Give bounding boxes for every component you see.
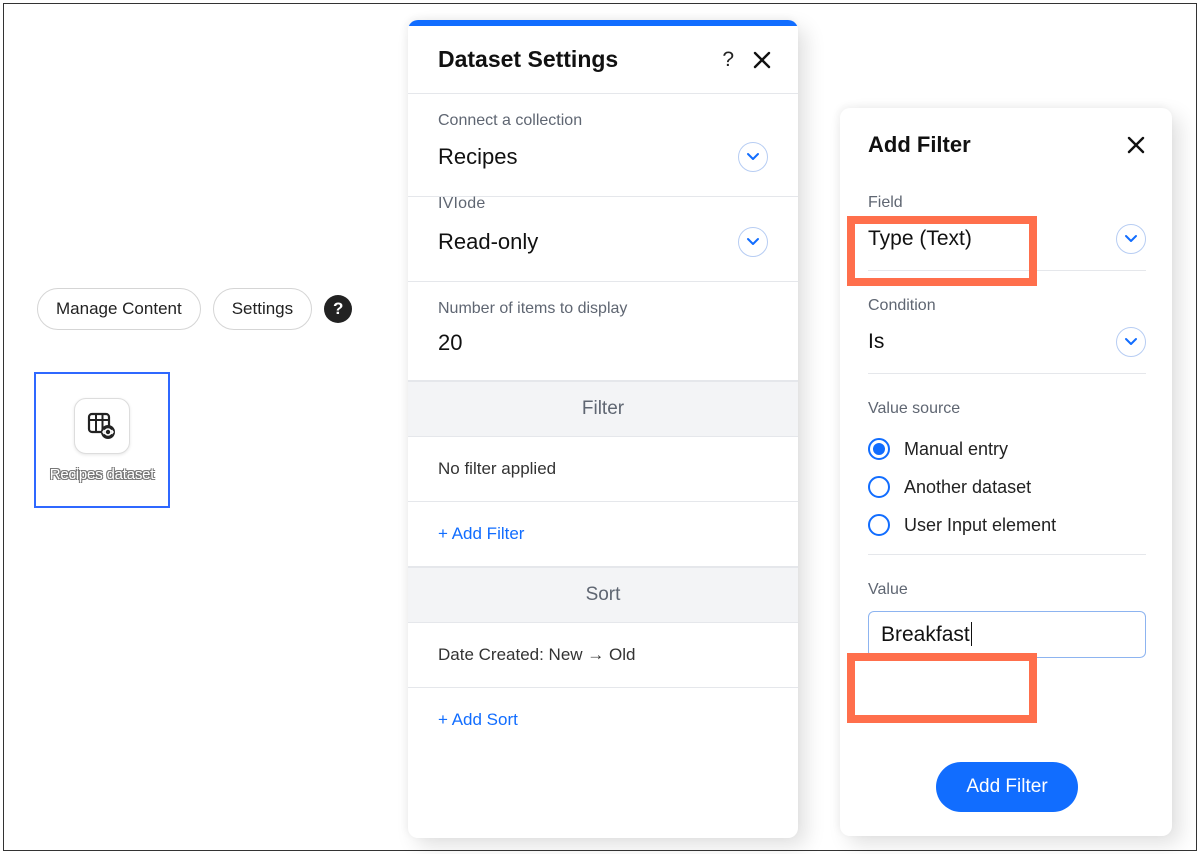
add-filter-button[interactable]: Add Filter <box>936 762 1077 812</box>
dataset-element-selected[interactable]: Recipes dataset <box>34 372 170 508</box>
chevron-down-icon[interactable] <box>1116 224 1146 254</box>
app-frame: Manage Content Settings ? Recipes datase… <box>3 3 1197 851</box>
radio-label: Another dataset <box>904 477 1031 498</box>
panel-header: Dataset Settings ? <box>408 26 798 94</box>
condition-value: Is <box>868 330 884 354</box>
condition-label: Condition <box>868 297 1146 315</box>
add-sort-link[interactable]: + Add Sort <box>408 688 798 752</box>
manage-content-button[interactable]: Manage Content <box>37 288 201 330</box>
value-source-option-manual[interactable]: Manual entry <box>868 430 1146 468</box>
element-toolbar: Manage Content Settings ? <box>37 288 352 330</box>
add-filter-title: Add Filter <box>868 132 971 158</box>
connect-collection-section[interactable]: Connect a collection Recipes <box>408 94 798 197</box>
sort-status: Date Created: New → Old <box>408 623 798 688</box>
radio-icon <box>868 514 890 536</box>
items-to-display-value: 20 <box>438 330 768 356</box>
connect-collection-label: Connect a collection <box>438 112 768 130</box>
text-caret <box>971 622 972 646</box>
radio-icon <box>868 438 890 460</box>
value-source-label: Value source <box>868 400 1146 418</box>
sort-heading: Sort <box>408 567 798 623</box>
close-icon[interactable] <box>752 50 772 70</box>
field-group[interactable]: Field Type (Text) <box>868 194 1146 271</box>
mode-value: Read-only <box>438 229 538 255</box>
close-icon[interactable] <box>1126 135 1146 155</box>
value-source-option-user-input[interactable]: User Input element <box>868 506 1146 544</box>
connect-collection-value: Recipes <box>438 144 517 170</box>
value-source-option-another-dataset[interactable]: Another dataset <box>868 468 1146 506</box>
value-group: Value Breakfast <box>868 581 1146 658</box>
value-source-group: Value source Manual entry Another datase… <box>868 400 1146 555</box>
panel-title: Dataset Settings <box>438 46 618 73</box>
filter-status: No filter applied <box>408 437 798 502</box>
settings-button[interactable]: Settings <box>213 288 312 330</box>
dataset-icon <box>74 398 130 454</box>
items-to-display-label: Number of items to display <box>438 300 768 318</box>
help-icon[interactable]: ? <box>324 295 352 323</box>
add-filter-header: Add Filter <box>868 132 1146 158</box>
mode-label-clipped: IVIode <box>408 195 798 213</box>
filter-heading: Filter <box>408 381 798 437</box>
chevron-down-icon[interactable] <box>1116 327 1146 357</box>
dataset-settings-panel: Dataset Settings ? Connect a collection … <box>408 20 798 838</box>
panel-help-icon[interactable]: ? <box>722 48 734 72</box>
condition-group[interactable]: Condition Is <box>868 297 1146 374</box>
field-value: Type (Text) <box>868 227 972 251</box>
dataset-element-label: Recipes dataset <box>50 466 155 483</box>
radio-label: User Input element <box>904 515 1056 536</box>
radio-icon <box>868 476 890 498</box>
add-filter-link[interactable]: + Add Filter <box>408 502 798 567</box>
mode-section[interactable]: Read-only <box>408 221 798 282</box>
value-label: Value <box>868 581 1146 599</box>
chevron-down-icon[interactable] <box>738 227 768 257</box>
chevron-down-icon[interactable] <box>738 142 768 172</box>
value-input[interactable]: Breakfast <box>868 611 1146 658</box>
field-label: Field <box>868 194 1146 212</box>
items-to-display-section[interactable]: Number of items to display 20 <box>408 282 798 381</box>
add-filter-panel: Add Filter Field Type (Text) Condition I… <box>840 108 1172 836</box>
radio-label: Manual entry <box>904 439 1008 460</box>
